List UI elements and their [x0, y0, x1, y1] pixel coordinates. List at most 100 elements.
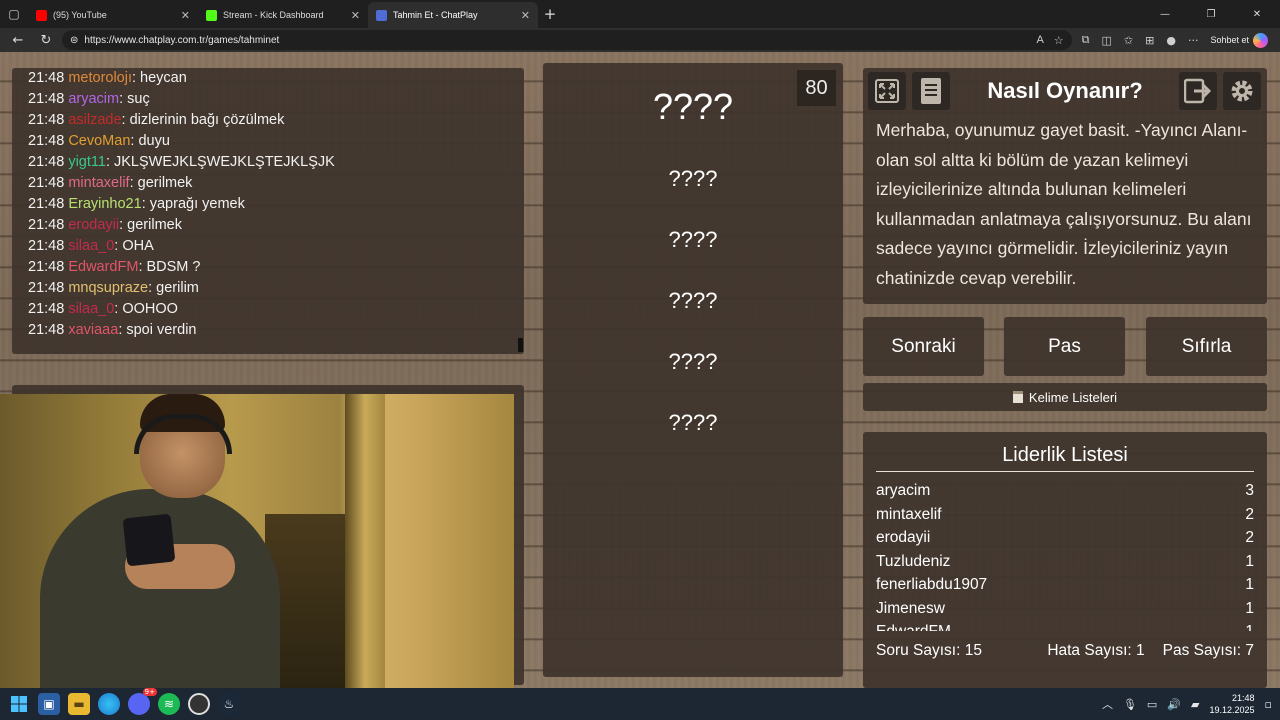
webcam-feed — [0, 394, 514, 688]
window-controls: — ❐ ✕ — [1142, 9, 1280, 20]
network-icon[interactable]: ▭ — [1147, 698, 1157, 711]
chat-message: 21:48 EdwardFM: BDSM ? — [28, 257, 508, 278]
hint-word: ???? — [668, 288, 718, 313]
volume-icon[interactable]: 🔊 — [1167, 698, 1181, 711]
leaderboard-score: 1 — [1245, 620, 1254, 631]
leaderboard-name: mintaxelif — [876, 505, 942, 523]
microphone-icon[interactable]: 🎙 — [1123, 698, 1137, 711]
copilot-chat-label: Sohbet et — [1210, 35, 1249, 45]
favorites-icon[interactable]: ✩ — [1124, 34, 1133, 47]
obs-icon[interactable] — [188, 693, 210, 715]
tab-chatplay[interactable]: Tahmin Et - ChatPlay ✕ — [368, 2, 538, 28]
show-hidden-icons-chevron-icon[interactable]: ︿ — [1102, 696, 1113, 712]
store-icon[interactable]: ▣ — [38, 693, 60, 715]
copilot-chat-button[interactable]: Sohbet et — [1210, 32, 1268, 48]
edge-browser-icon[interactable] — [98, 693, 120, 715]
chat-message-user[interactable]: asilzade — [68, 112, 121, 128]
hint-word: ???? — [668, 227, 718, 252]
discord-icon[interactable]: 9+ — [128, 688, 157, 715]
chat-message-text: : OOHOO — [114, 301, 178, 317]
windows-start-icon[interactable] — [8, 693, 30, 715]
leaderboard-row: Tuzludeniz 1 — [876, 550, 1254, 574]
leaderboard-score: 1 — [1245, 552, 1254, 570]
chat-message-user[interactable]: CevoMan — [68, 133, 130, 149]
leaderboard-row: Jimenesw 1 — [876, 597, 1254, 621]
file-explorer-icon[interactable]: ▬ — [68, 693, 90, 715]
chat-message-user[interactable]: aryacim — [68, 91, 119, 107]
chat-message-text: : gerilim — [148, 280, 199, 296]
chat-message-time: 21:48 — [28, 70, 65, 86]
toolbar-icons: ⧉ ◫ ✩ ⊞ ● ··· Sohbet et — [1076, 32, 1274, 48]
webcam-background-door — [345, 394, 385, 688]
system-clock[interactable]: 21:48 19.12.2025 — [1209, 692, 1254, 716]
spotify-icon[interactable]: ≋ — [158, 693, 180, 715]
chat-message-user[interactable]: xaviaaa — [68, 322, 118, 338]
new-tab-button[interactable]: + — [538, 5, 562, 23]
main-word: ???? — [652, 86, 734, 127]
settings-gear-icon[interactable] — [1223, 72, 1261, 110]
close-tab-icon[interactable]: ✕ — [181, 9, 190, 22]
chat-message-time: 21:48 — [28, 238, 65, 254]
split-screen-icon[interactable]: ◫ — [1102, 34, 1112, 47]
close-tab-icon[interactable]: ✕ — [521, 9, 530, 22]
pass-button[interactable]: Pas — [1004, 317, 1125, 376]
word-lists-label: Kelime Listeleri — [1028, 389, 1118, 405]
chat-message: 21:48 silaa_0: OHA — [28, 236, 508, 257]
chat-message-user[interactable]: yigt11 — [68, 154, 106, 170]
read-aloud-icon[interactable]: A — [1036, 34, 1043, 47]
chat-message-user[interactable]: silaa_0 — [68, 238, 114, 254]
reset-button[interactable]: Sıfırla — [1146, 317, 1267, 376]
chat-message-user[interactable]: EdwardFM — [68, 259, 138, 275]
chat-message-user[interactable]: silaa_0 — [68, 301, 114, 317]
url-field[interactable]: ⊜ https://www.chatplay.com.tr/games/tahm… — [62, 30, 1072, 50]
chat-message-text: : heycan — [132, 70, 187, 86]
back-icon[interactable]: ← — [6, 33, 30, 48]
chat-message: 21:48 yigt11: JKLŞWEJKLŞWEJKLŞTEJKLŞJK — [28, 152, 508, 173]
refresh-icon[interactable]: ↻ — [34, 33, 58, 48]
close-tab-icon[interactable]: ✕ — [351, 9, 360, 22]
chatplay-icon — [376, 9, 387, 21]
leaderboard-list[interactable]: aryacim 3 mintaxelif 2 erodayii 2 Tuzludeniz 1 f… — [876, 479, 1254, 631]
chat-message-time: 21:48 — [28, 301, 65, 317]
pass-count: Pas Sayısı: 7 — [1162, 642, 1254, 659]
tab-title: Stream - Kick Dashboard — [223, 10, 324, 20]
profile-avatar-icon[interactable]: ● — [1166, 34, 1176, 47]
close-window-icon[interactable]: ✕ — [1234, 9, 1280, 20]
extensions-icon[interactable]: ⧉ — [1082, 33, 1090, 47]
exit-icon[interactable] — [1179, 72, 1217, 110]
chat-message: 21:48 Erayinho21: yaprağı yemek — [28, 194, 508, 215]
chat-message: 21:48 aryacim: suç — [28, 89, 508, 110]
chat-message-text: : spoi verdin — [118, 322, 197, 338]
collections-icon[interactable]: ⊞ — [1145, 34, 1154, 47]
chat-message-user[interactable]: mnqsupraze — [68, 280, 148, 296]
chat-message-user[interactable]: mintaxelif — [68, 175, 129, 191]
restore-icon[interactable]: ❐ — [1188, 9, 1234, 20]
tab-youtube[interactable]: (95) YouTube ✕ — [28, 2, 198, 28]
favorite-star-icon[interactable]: ☆ — [1054, 34, 1064, 47]
chat-message-text: : BDSM ? — [138, 259, 201, 275]
more-menu-icon[interactable]: ··· — [1188, 34, 1199, 47]
word-lists-button[interactable]: Kelime Listeleri — [863, 383, 1267, 411]
chat-message-user[interactable]: metorolojı — [68, 70, 132, 86]
how-to-play-text: Merhaba, oyunumuz gayet basit. -Yayıncı … — [876, 120, 1252, 288]
battery-icon[interactable]: ▰ — [1191, 698, 1199, 711]
leaderboard-row: erodayii 2 — [876, 526, 1254, 550]
chat-message-user[interactable]: Erayinho21 — [68, 196, 141, 212]
notifications-icon[interactable]: ▫ — [1265, 698, 1272, 711]
leaderboard-row: EdwardFM 1 — [876, 620, 1254, 631]
chat-message-time: 21:48 — [28, 196, 65, 212]
tab-kick-dashboard[interactable]: Stream - Kick Dashboard ✕ — [198, 2, 368, 28]
leaderboard-name: fenerliabdu1907 — [876, 576, 988, 593]
steam-icon[interactable]: ♨ — [218, 693, 240, 715]
leaderboard-name: aryacim — [876, 482, 931, 499]
tab-actions-icon[interactable]: ▢ — [0, 0, 28, 28]
next-button[interactable]: Sonraki — [863, 317, 984, 376]
leaderboard-name: EdwardFM — [876, 620, 951, 631]
minimize-icon[interactable]: — — [1142, 9, 1188, 20]
chat-message-time: 21:48 — [28, 91, 65, 107]
chat-message-time: 21:48 — [28, 112, 65, 128]
site-info-icon[interactable]: ⊜ — [70, 35, 78, 46]
chat-panel: 21:48 metorolojı: heycan 21:48 aryacim: s… — [12, 68, 524, 354]
chat-message-user[interactable]: erodayii — [68, 217, 119, 233]
chat-scrollbar[interactable] — [518, 338, 523, 352]
